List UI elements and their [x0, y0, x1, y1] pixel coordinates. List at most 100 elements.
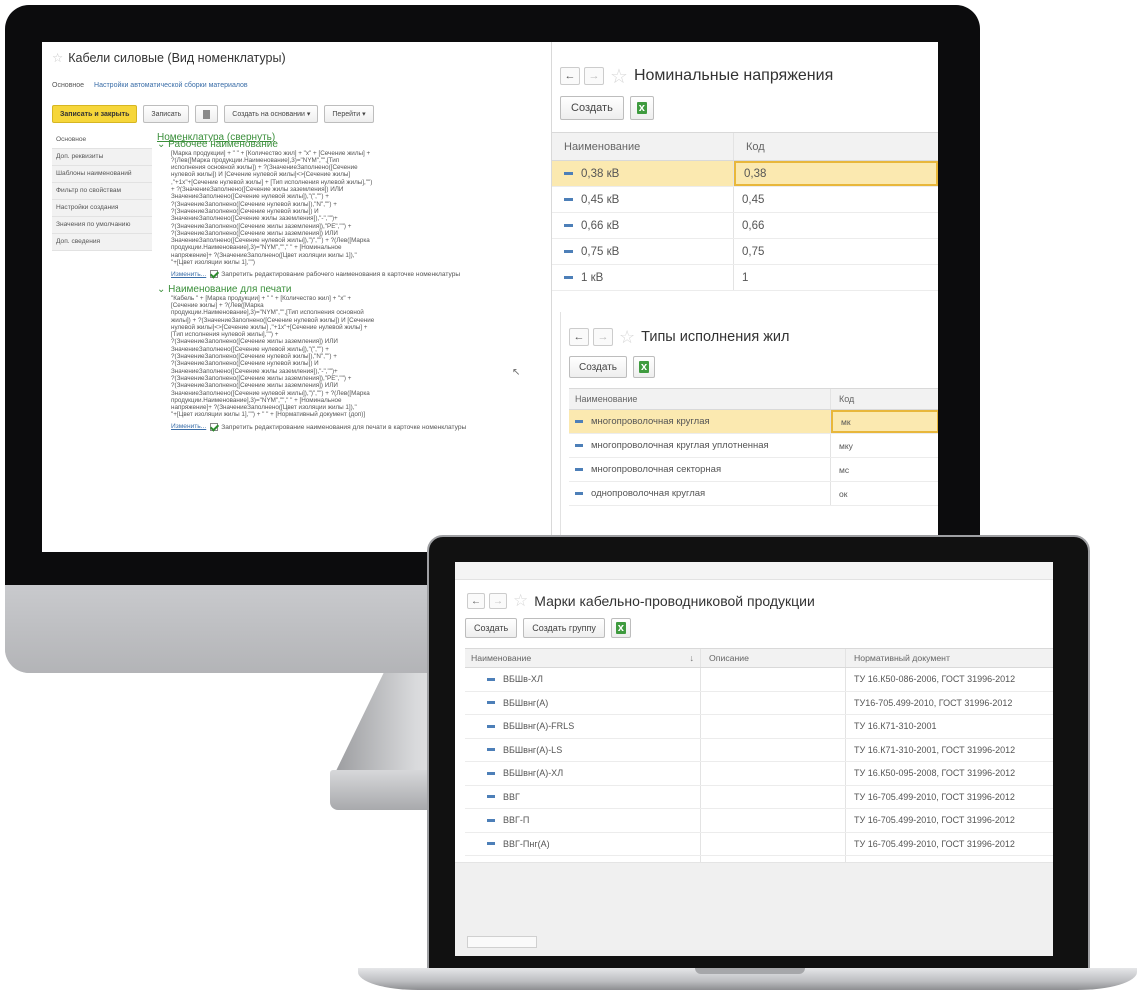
table-header: Наименование Код	[569, 388, 938, 410]
table-row[interactable]: ВБШвнг(А) ТУ16-705.499-2010, ГОСТ 31996-2…	[465, 691, 1053, 715]
bottom-scroll-field[interactable]	[467, 936, 537, 948]
create-based-on-button[interactable]: Создать на основании ▾	[224, 105, 319, 123]
list-item-icon	[564, 276, 573, 279]
column-name[interactable]: Наименование ↓	[465, 649, 700, 667]
save-button[interactable]: Записать	[143, 105, 190, 123]
table-row[interactable]: ВВГ ТУ 16-705.499-2010, ГОСТ 31996-2012	[465, 785, 1053, 809]
name-text: многопроволочная круглая уплотненная	[591, 440, 769, 451]
forward-arrow-icon[interactable]: →	[584, 67, 604, 85]
name-cell: 0,75 кВ	[552, 239, 734, 264]
table-row[interactable]: 0,66 кВ 0,66	[552, 213, 938, 239]
nav-buttons: ← →	[560, 67, 604, 85]
excel-export-icon[interactable]	[633, 356, 656, 378]
working-name-group-title: Рабочее наименование	[168, 139, 278, 151]
name-text: ВБШвнг(А)-LS	[503, 744, 563, 755]
voltages-toolbar: Создать	[560, 96, 654, 120]
print-name-group[interactable]: ⌄ Наименование для печати	[157, 285, 552, 295]
table-row[interactable]: 1 кВ 1	[552, 265, 938, 291]
back-arrow-icon[interactable]: ←	[467, 593, 485, 609]
tab-main[interactable]: Основное	[52, 82, 84, 89]
favorite-star-icon[interactable]: ☆	[513, 591, 528, 611]
name-cell: ВВГ-П	[465, 809, 700, 832]
code-cell: ок	[839, 488, 848, 499]
print-name-formula: "Кабель " + [Марка продукции] + " " + [К…	[157, 295, 537, 419]
code-cell: мк	[831, 410, 938, 433]
table-row[interactable]: 0,38 кВ 0,38	[552, 161, 938, 187]
working-name-edit-link[interactable]: Изменить...	[171, 271, 206, 278]
formula-line: продукции.Наименование],3)="NYM",""," " …	[171, 396, 342, 404]
print-name-edit-link[interactable]: Изменить...	[171, 423, 206, 430]
excel-export-icon[interactable]	[610, 618, 631, 638]
item-kind-title-text: Кабели силовые (Вид номенклатуры)	[68, 51, 286, 65]
forward-arrow-icon[interactable]: →	[593, 328, 613, 346]
table-row[interactable]: 0,45 кВ 0,45	[552, 187, 938, 213]
formula-line: "+[Цвет изоляции жилы 1],"")	[171, 259, 255, 267]
brands-header: ← → ☆ Марки кабельно-проводниковой проду…	[467, 590, 815, 612]
formula-line: ЗначениеЗаполнено([Сечение нулевой жилы]…	[171, 193, 329, 201]
sidebar-item-main[interactable]: Основное	[52, 132, 152, 149]
voltages-header: ← → ☆ Номинальные напряжения	[560, 64, 833, 88]
column-code[interactable]: Код	[831, 389, 938, 409]
column-name[interactable]: Наименование	[552, 133, 734, 160]
table-row[interactable]: 0,75 кВ 0,75	[552, 239, 938, 265]
code-cell: мку	[839, 440, 853, 451]
formula-line: "+[Цвет изоляции жилы 1],"") + " " + [Но…	[171, 411, 366, 419]
name-text: ВБШвнг(А)-FRLS	[503, 721, 575, 732]
create-button[interactable]: Создать	[569, 356, 628, 378]
checkbox-icon[interactable]	[210, 270, 219, 279]
table-row[interactable]: многопроволочная круглая мк	[569, 410, 938, 434]
print-name-edit-row: Изменить... Запретить редактирование наим…	[157, 422, 552, 431]
name-cell: 0,38 кВ	[552, 161, 734, 186]
name-cell: 0,66 кВ	[552, 213, 734, 238]
window-top-strip	[455, 562, 1053, 580]
table-row[interactable]: ВБШвнг(А)-ХЛ ТУ 16.К50-095-2008, ГОСТ 319…	[465, 762, 1053, 786]
name-text: ВБШвнг(А)-ХЛ	[503, 768, 564, 779]
mouse-cursor-icon: ↖	[512, 367, 521, 378]
create-group-button[interactable]: Создать группу	[523, 618, 605, 638]
sidebar-item-default-values[interactable]: Значения по умолчанию	[52, 217, 152, 234]
sidebar-item-extra-attributes[interactable]: Доп. реквизиты	[52, 149, 152, 166]
goto-button[interactable]: Перейти ▾	[324, 105, 374, 123]
table-row[interactable]: однопроволочная круглая ок	[569, 482, 938, 506]
back-arrow-icon[interactable]: ←	[569, 328, 589, 346]
column-normative-doc[interactable]: Нормативный документ	[845, 649, 1053, 667]
forward-arrow-icon[interactable]: →	[489, 593, 507, 609]
favorite-star-icon[interactable]: ☆	[52, 51, 63, 65]
table-row[interactable]: ВБШвнг(А)-LS ТУ 16.К71-310-2001, ГОСТ 319…	[465, 738, 1053, 762]
code-cell: 0,75	[742, 245, 765, 258]
table-row[interactable]: многопроволочная секторная мс	[569, 458, 938, 482]
table-row[interactable]: ВБШвнг(А)-FRLS ТУ 16.К71-310-2001	[465, 715, 1053, 739]
table-row[interactable]: ВВГ-Пнг(А) ТУ 16-705.499-2010, ГОСТ 31996…	[465, 832, 1053, 856]
tab-auto-assembly[interactable]: Настройки автоматической сборки материал…	[94, 82, 248, 89]
table-row[interactable]: многопроволочная круглая уплотненная мку	[569, 434, 938, 458]
column-description[interactable]: Описание	[700, 649, 845, 667]
checkbox-icon[interactable]	[210, 422, 219, 431]
favorite-star-icon[interactable]: ☆	[619, 327, 635, 348]
list-item-icon	[564, 198, 573, 201]
sidebar-item-property-filter[interactable]: Фильтр по свойствам	[52, 183, 152, 200]
formula-line: ,"+1х"+[Сечение нулевой жилы] + [Тип исп…	[171, 178, 373, 186]
column-code[interactable]: Код	[734, 133, 777, 160]
table-row[interactable]: ВБШв-ХЛ ТУ 16.К50-086-2006, ГОСТ 31996-20…	[465, 668, 1053, 692]
name-cell: 1 кВ	[552, 265, 734, 290]
formula-line: + ?(ЗначениеЗаполнено([Сечение жилы зазе…	[171, 186, 344, 194]
chevron-down-icon: ⌄	[157, 139, 166, 151]
sidebar-item-creation-settings[interactable]: Настройки создания	[52, 200, 152, 217]
working-name-group[interactable]: ⌄ Рабочее наименование	[157, 139, 552, 151]
favorite-star-icon[interactable]: ☆	[610, 64, 628, 89]
save-and-close-button[interactable]: Записать и закрыть	[52, 105, 138, 123]
list-item-icon	[487, 677, 495, 681]
table-row[interactable]: ВВГ-П ТУ 16-705.499-2010, ГОСТ 31996-2012	[465, 809, 1053, 833]
normative-doc-cell: ТУ 16-705.499-2010, ГОСТ 31996-2012	[845, 832, 1053, 855]
formula-line: продукции.Наименование],3)="NYM",""," " …	[171, 244, 342, 252]
create-button[interactable]: Создать	[465, 618, 518, 638]
column-name[interactable]: Наименование	[569, 389, 831, 409]
voltages-table: Наименование Код 0,38 кВ 0,38 0,45 кВ 0,45 0…	[552, 132, 938, 291]
create-button[interactable]: Создать	[560, 96, 624, 120]
list-item-icon	[487, 771, 495, 775]
attachments-button[interactable]	[195, 105, 219, 123]
excel-export-icon[interactable]	[629, 96, 654, 120]
sidebar-item-extra-info[interactable]: Доп. сведения	[52, 234, 152, 251]
back-arrow-icon[interactable]: ←	[560, 67, 580, 85]
sidebar-item-name-templates[interactable]: Шаблоны наименований	[52, 166, 152, 183]
